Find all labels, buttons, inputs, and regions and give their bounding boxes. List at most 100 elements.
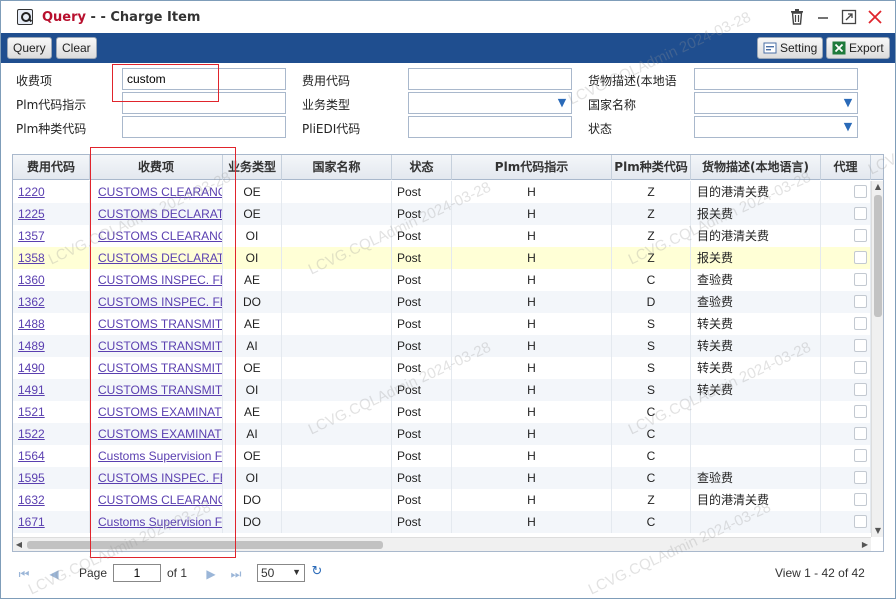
code-value[interactable]: 1522 xyxy=(18,427,45,441)
item-value[interactable]: CUSTOMS CLEARANCE xyxy=(98,185,222,199)
table-row[interactable]: 1488 CUSTOMS TRANSMIT AE Post H S 转关费 xyxy=(13,313,871,335)
item-cell[interactable]: CUSTOMS TRANSMIT xyxy=(90,379,223,401)
vertical-scrollbar[interactable]: ▲ ▼ xyxy=(871,181,883,537)
refresh-icon[interactable]: ↻ xyxy=(310,565,324,579)
code-value[interactable]: 1488 xyxy=(18,317,45,331)
code-value[interactable]: 1362 xyxy=(18,295,45,309)
table-row[interactable]: 1358 CUSTOMS DECLARATION OI Post H Z 报关费 xyxy=(13,247,871,269)
item-cell[interactable]: CUSTOMS CLEARANCE xyxy=(90,181,223,203)
scroll-up-icon[interactable]: ▲ xyxy=(872,181,883,193)
code-cell[interactable]: 1490 xyxy=(13,357,90,379)
code-value[interactable]: 1521 xyxy=(18,405,45,419)
pliedi-input[interactable] xyxy=(408,116,572,138)
fee-code-input[interactable] xyxy=(408,68,572,90)
column-header[interactable]: 费用代码 xyxy=(13,155,90,180)
item-value[interactable]: CUSTOMS DECLARATION xyxy=(98,207,222,221)
status-select[interactable]: ▼ xyxy=(694,116,858,138)
clear-button[interactable]: Clear xyxy=(56,37,97,59)
item-value[interactable]: CUSTOMS EXAMINATION xyxy=(98,427,222,441)
code-cell[interactable]: 1564 xyxy=(13,445,90,467)
trash-icon[interactable] xyxy=(787,7,807,27)
item-cell[interactable]: CUSTOMS INSPEC. FEE xyxy=(90,467,223,489)
item-value[interactable]: CUSTOMS TRANSMIT xyxy=(98,339,222,353)
query-button[interactable]: Query xyxy=(7,37,52,59)
scroll-down-icon[interactable]: ▼ xyxy=(872,525,883,537)
prev-page-icon[interactable]: ◀ xyxy=(47,567,61,581)
code-value[interactable]: 1491 xyxy=(18,383,45,397)
column-header[interactable]: 业务类型 xyxy=(223,155,282,180)
agent-checkbox[interactable] xyxy=(854,361,867,374)
first-page-icon[interactable]: ⏮ xyxy=(17,567,31,581)
item-cell[interactable]: CUSTOMS TRANSMIT xyxy=(90,357,223,379)
agent-checkbox[interactable] xyxy=(854,471,867,484)
code-value[interactable]: 1671 xyxy=(18,515,45,529)
item-value[interactable]: Customs Supervision Fee xyxy=(98,449,222,463)
column-header[interactable]: 国家名称 xyxy=(282,155,392,180)
table-row[interactable]: 1220 CUSTOMS CLEARANCE OE Post H Z 目的港清关费 xyxy=(13,181,871,203)
column-header[interactable]: Plm种类代码 xyxy=(612,155,691,180)
code-cell[interactable]: 1225 xyxy=(13,203,90,225)
table-row[interactable]: 1632 CUSTOMS CLEARANCE DO Post H Z 目的港清关费 xyxy=(13,489,871,511)
export-button[interactable]: Export xyxy=(826,37,890,59)
item-value[interactable]: Customs Supervision Fee xyxy=(98,515,222,529)
column-header[interactable]: 货物描述(本地语言) xyxy=(691,155,821,180)
code-value[interactable]: 1225 xyxy=(18,207,45,221)
code-value[interactable]: 1220 xyxy=(18,185,45,199)
code-value[interactable]: 1632 xyxy=(18,493,45,507)
item-cell[interactable]: Customs Supervision Fee xyxy=(90,511,223,533)
scroll-thumb[interactable] xyxy=(27,541,383,549)
last-page-icon[interactable]: ⏭ xyxy=(229,567,243,581)
column-header[interactable]: 收费项 xyxy=(90,155,223,180)
code-value[interactable]: 1357 xyxy=(18,229,45,243)
agent-checkbox[interactable] xyxy=(854,229,867,242)
agent-checkbox[interactable] xyxy=(854,383,867,396)
table-row[interactable]: 1522 CUSTOMS EXAMINATION AI Post H C xyxy=(13,423,871,445)
code-value[interactable]: 1489 xyxy=(18,339,45,353)
code-value[interactable]: 1358 xyxy=(18,251,45,265)
item-cell[interactable]: Customs Supervision Fee xyxy=(90,445,223,467)
item-value[interactable]: CUSTOMS INSPEC. FEE xyxy=(98,273,222,287)
table-row[interactable]: 1595 CUSTOMS INSPEC. FEE OI Post H C 查验费 xyxy=(13,467,871,489)
goods-desc-input[interactable] xyxy=(694,68,858,90)
code-cell[interactable]: 1521 xyxy=(13,401,90,423)
code-value[interactable]: 1564 xyxy=(18,449,45,463)
agent-checkbox[interactable] xyxy=(854,427,867,440)
agent-checkbox[interactable] xyxy=(854,405,867,418)
item-value[interactable]: CUSTOMS CLEARANCE xyxy=(98,229,222,243)
item-value[interactable]: CUSTOMS INSPEC. FEE xyxy=(98,295,222,309)
item-cell[interactable]: CUSTOMS INSPEC. FEE xyxy=(90,291,223,313)
item-value[interactable]: CUSTOMS TRANSMIT xyxy=(98,383,222,397)
biz-type-select[interactable]: ▼ xyxy=(408,92,572,114)
table-row[interactable]: 1671 Customs Supervision Fee DO Post H C xyxy=(13,511,871,533)
table-row[interactable]: 1564 Customs Supervision Fee OE Post H C xyxy=(13,445,871,467)
agent-checkbox[interactable] xyxy=(854,515,867,528)
table-row[interactable]: 1489 CUSTOMS TRANSMIT AI Post H S 转关费 xyxy=(13,335,871,357)
code-value[interactable]: 1490 xyxy=(18,361,45,375)
item-cell[interactable]: CUSTOMS DECLARATION xyxy=(90,247,223,269)
item-value[interactable]: CUSTOMS EXAMINATION xyxy=(98,405,222,419)
agent-checkbox[interactable] xyxy=(854,185,867,198)
maximize-icon[interactable] xyxy=(839,7,859,27)
country-select[interactable]: ▼ xyxy=(694,92,858,114)
column-header[interactable]: 代理 xyxy=(821,155,871,180)
plm-type-input[interactable] xyxy=(122,116,286,138)
page-input[interactable] xyxy=(113,564,161,582)
code-cell[interactable]: 1358 xyxy=(13,247,90,269)
code-cell[interactable]: 1595 xyxy=(13,467,90,489)
scroll-thumb[interactable] xyxy=(874,195,882,317)
item-cell[interactable]: CUSTOMS TRANSMIT xyxy=(90,335,223,357)
agent-checkbox[interactable] xyxy=(854,493,867,506)
agent-checkbox[interactable] xyxy=(854,295,867,308)
agent-checkbox[interactable] xyxy=(854,317,867,330)
item-value[interactable]: CUSTOMS CLEARANCE xyxy=(98,493,222,507)
code-cell[interactable]: 1671 xyxy=(13,511,90,533)
item-cell[interactable]: CUSTOMS CLEARANCE xyxy=(90,225,223,247)
agent-checkbox[interactable] xyxy=(854,273,867,286)
item-cell[interactable]: CUSTOMS TRANSMIT xyxy=(90,313,223,335)
agent-checkbox[interactable] xyxy=(854,339,867,352)
agent-checkbox[interactable] xyxy=(854,251,867,264)
code-cell[interactable]: 1489 xyxy=(13,335,90,357)
table-row[interactable]: 1521 CUSTOMS EXAMINATION AE Post H C xyxy=(13,401,871,423)
code-cell[interactable]: 1357 xyxy=(13,225,90,247)
table-row[interactable]: 1360 CUSTOMS INSPEC. FEE AE Post H C 查验费 xyxy=(13,269,871,291)
